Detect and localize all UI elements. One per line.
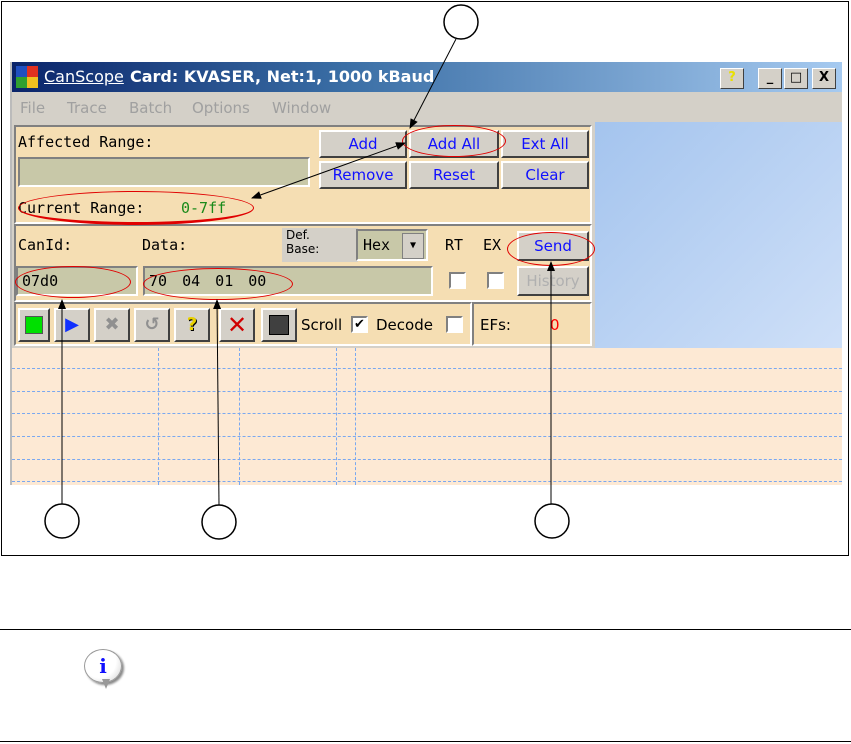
callout-circle-data — [201, 504, 237, 540]
callout-arrow-data — [213, 299, 222, 506]
callout-arrow-range-link — [329, 142, 406, 171]
info-icon-tail — [102, 679, 110, 689]
callout-circle-send — [534, 503, 570, 539]
info-glyph: i — [99, 654, 107, 678]
callout-arrow-add-all — [409, 38, 457, 129]
callout-circle-top — [443, 4, 479, 40]
note-bottom-rule — [0, 741, 851, 742]
callout-arrow-current-range — [251, 169, 331, 199]
callout-overlay — [44, 4, 570, 540]
callout-circle-canid — [44, 503, 80, 539]
note-top-rule — [0, 629, 851, 630]
info-icon: i — [84, 649, 122, 683]
